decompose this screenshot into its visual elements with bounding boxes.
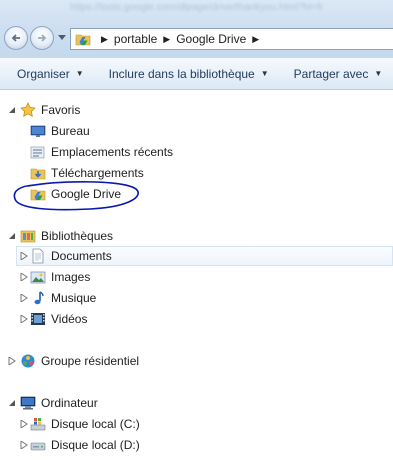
- chevron-down-icon: ▼: [374, 69, 383, 78]
- address-bar[interactable]: ▶ portable ▶ Google Drive ▶: [70, 28, 393, 50]
- breadcrumb-separator-icon[interactable]: ▶: [252, 34, 259, 45]
- libraries-icon: [20, 230, 36, 243]
- pictures-icon: [30, 271, 46, 284]
- tree-label: Google Drive: [51, 187, 122, 201]
- back-arrow-icon: [11, 34, 20, 42]
- tree-label: Groupe résidentiel: [41, 354, 140, 368]
- downloads-icon: [30, 168, 46, 180]
- tree-label: Bureau: [51, 124, 90, 138]
- tree-label: Ordinateur: [41, 396, 98, 410]
- tree-label: Musique: [51, 291, 97, 305]
- expand-arrow-icon[interactable]: [20, 420, 28, 428]
- tree-item-videos[interactable]: Vidéos: [30, 309, 87, 329]
- google-drive-folder-icon: [75, 34, 91, 46]
- tree-item-google-drive[interactable]: Google Drive: [30, 184, 121, 204]
- tree-label: Vidéos: [51, 312, 88, 326]
- tree-item-homegroup[interactable]: Groupe résidentiel: [20, 351, 139, 371]
- organize-label: Organiser: [17, 66, 70, 81]
- expand-arrow-icon[interactable]: [20, 294, 28, 302]
- share-label: Partager avec: [293, 66, 369, 81]
- tree-item-drive-d[interactable]: Disque local (D:): [30, 435, 140, 455]
- recent-pages-dropdown-icon[interactable]: [58, 35, 66, 41]
- homegroup-icon: [21, 354, 35, 368]
- windows-drive-icon: [30, 418, 46, 431]
- tree-item-libraries[interactable]: Bibliothèques: [20, 226, 113, 246]
- music-icon: [34, 291, 44, 305]
- breadcrumb-portable[interactable]: portable: [114, 32, 157, 46]
- tree-item-desktop[interactable]: Bureau: [30, 121, 90, 141]
- collapse-arrow-icon[interactable]: [8, 106, 16, 114]
- tree-item-computer[interactable]: Ordinateur: [20, 393, 98, 413]
- tree-item-downloads[interactable]: Téléchargements: [30, 163, 144, 183]
- tree-label: Emplacements récents: [51, 145, 174, 159]
- forward-arrow-icon: [38, 34, 47, 42]
- tree-label: Favoris: [41, 103, 81, 117]
- organize-menu-button[interactable]: Organiser ▼: [17, 67, 84, 81]
- expand-arrow-icon[interactable]: [20, 441, 28, 449]
- share-with-button[interactable]: Partager avec ▼: [294, 67, 383, 81]
- command-bar: Organiser ▼ Inclure dans la bibliothèque…: [0, 58, 393, 90]
- recent-places-icon: [30, 146, 45, 159]
- tree-label: Documents: [51, 249, 112, 263]
- videos-icon: [31, 313, 45, 325]
- expand-arrow-icon[interactable]: [20, 315, 28, 323]
- window-header: https://tools.google.com/dlpage/drive/th…: [0, 0, 393, 58]
- documents-icon: [32, 248, 44, 264]
- collapse-arrow-icon[interactable]: [8, 399, 16, 407]
- tree-label: Disque local (D:): [51, 438, 140, 452]
- breadcrumb-separator-icon[interactable]: ▶: [101, 34, 108, 45]
- tree-label: Téléchargements: [51, 166, 144, 180]
- breadcrumb-google-drive[interactable]: Google Drive: [176, 32, 246, 46]
- tree-item-favorites[interactable]: Favoris: [20, 100, 80, 120]
- include-in-library-button[interactable]: Inclure dans la bibliothèque ▼: [109, 67, 269, 81]
- collapse-arrow-icon[interactable]: [8, 232, 16, 240]
- drive-icon: [30, 442, 46, 451]
- computer-icon: [20, 396, 36, 410]
- expand-arrow-icon[interactable]: [8, 357, 16, 365]
- include-label: Inclure dans la bibliothèque: [108, 66, 255, 81]
- back-button[interactable]: [4, 26, 28, 50]
- tree-label: Images: [51, 270, 91, 284]
- star-icon: [20, 102, 36, 117]
- tree-label: Bibliothèques: [41, 229, 114, 243]
- forward-button[interactable]: [30, 26, 54, 50]
- blurred-url-text: https://tools.google.com/dlpage/drive/th…: [70, 2, 324, 13]
- chevron-down-icon: ▼: [75, 69, 84, 78]
- breadcrumb-separator-icon[interactable]: ▶: [163, 34, 170, 45]
- desktop-icon: [30, 125, 46, 137]
- tree-label: Disque local (C:): [51, 417, 140, 431]
- chevron-down-icon: ▼: [260, 69, 269, 78]
- tree-item-recent-places[interactable]: Emplacements récents: [30, 142, 173, 162]
- tree-item-pictures[interactable]: Images: [30, 267, 90, 287]
- google-drive-folder-icon: [30, 189, 46, 201]
- expand-arrow-icon[interactable]: [20, 252, 28, 260]
- navigation-pane: Favoris Bureau Emplacements récents Télé…: [0, 90, 393, 460]
- tree-item-drive-c[interactable]: Disque local (C:): [30, 414, 140, 434]
- tree-item-music[interactable]: Musique: [30, 288, 96, 308]
- expand-arrow-icon[interactable]: [20, 273, 28, 281]
- tree-item-documents[interactable]: Documents: [30, 246, 112, 266]
